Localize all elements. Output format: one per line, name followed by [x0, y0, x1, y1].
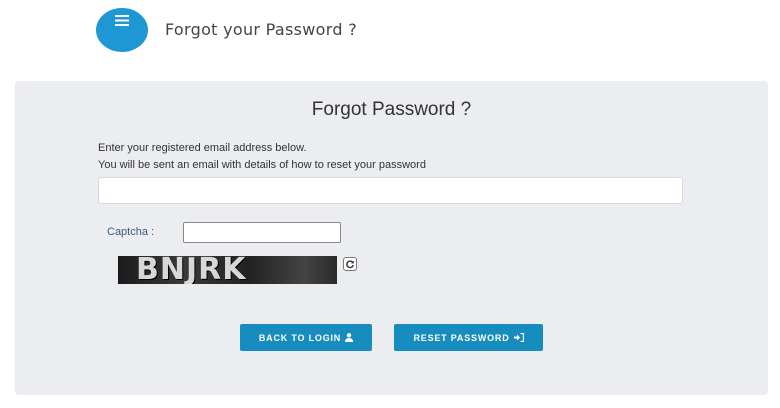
- page-title: Forgot your Password ?: [165, 20, 357, 39]
- refresh-icon: [346, 260, 354, 269]
- captcha-image: BNJRK: [118, 256, 337, 284]
- back-to-login-label: BACK TO LOGIN: [258, 332, 342, 343]
- captcha-input[interactable]: [183, 222, 341, 243]
- user-icon: [345, 333, 354, 342]
- back-to-login-button[interactable]: BACK TO LOGIN: [240, 324, 372, 351]
- instruction-text: Enter your registered email address belo…: [98, 142, 307, 154]
- card-title: Forgot Password ?: [311, 99, 472, 120]
- menu-button[interactable]: [96, 8, 148, 52]
- email-field[interactable]: [98, 177, 683, 204]
- captcha-refresh-button[interactable]: [343, 257, 357, 271]
- reset-password-label: RESET PASSWORD: [413, 332, 510, 343]
- hamburger-icon: [115, 15, 129, 26]
- captcha-label: Captcha :: [107, 226, 155, 238]
- sign-in-icon: [513, 333, 524, 342]
- forgot-password-card: Forgot Password ? Enter your registered …: [15, 81, 768, 395]
- reset-password-button[interactable]: RESET PASSWORD: [394, 324, 543, 351]
- instruction-text-detail: You will be sent an email with details o…: [98, 159, 426, 171]
- captcha-image-text: BNJRK: [136, 256, 247, 284]
